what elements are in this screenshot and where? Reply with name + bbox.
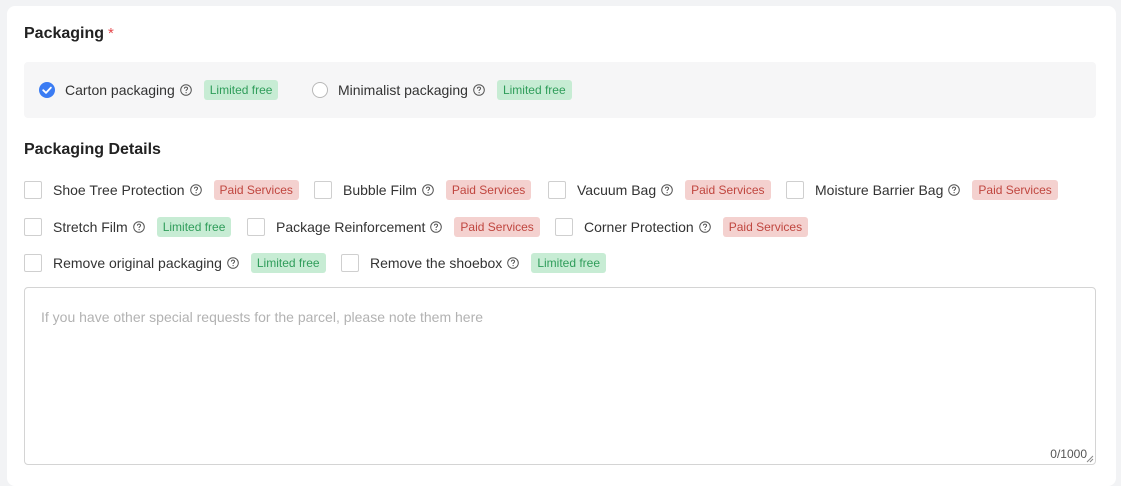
help-icon[interactable] bbox=[189, 184, 202, 196]
textarea-placeholder: If you have other special requests for t… bbox=[41, 309, 484, 325]
help-icon[interactable] bbox=[422, 184, 434, 196]
help-icon[interactable] bbox=[227, 257, 239, 269]
help-icon[interactable] bbox=[698, 221, 711, 233]
checkbox-box[interactable] bbox=[555, 218, 573, 236]
checkbox-remove-the-shoebox[interactable]: Remove the shoebox Limited free bbox=[341, 253, 607, 273]
paid-services-tag: Paid Services bbox=[972, 180, 1058, 200]
remove-original-packaging-label: Remove original packaging bbox=[53, 255, 222, 271]
checkbox-shoe-tree-protection[interactable]: Shoe Tree Protection Paid Services bbox=[24, 180, 299, 200]
special-requests-textarea[interactable]: If you have other special requests for t… bbox=[24, 287, 1096, 465]
check-circle-icon[interactable] bbox=[39, 82, 55, 98]
checkbox-box[interactable] bbox=[548, 181, 566, 199]
limited-free-tag: Limited free bbox=[250, 253, 326, 273]
checkbox-package-reinforcement[interactable]: Package Reinforcement Paid Services bbox=[247, 217, 540, 237]
checkbox-stretch-film[interactable]: Stretch Film Limited free bbox=[24, 217, 232, 237]
checkbox-remove-original-packaging[interactable]: Remove original packaging Limited free bbox=[24, 253, 326, 273]
packaging-title: Packaging * bbox=[24, 25, 114, 43]
checkbox-moisture-barrier-bag[interactable]: Moisture Barrier Bag Paid Services bbox=[786, 180, 1058, 200]
minimalist-packaging-label: Minimalist packaging bbox=[338, 82, 468, 98]
remove-the-shoebox-label: Remove the shoebox bbox=[370, 255, 503, 271]
help-icon[interactable] bbox=[661, 184, 673, 196]
resize-grip-icon[interactable] bbox=[1086, 455, 1094, 463]
shoe-tree-protection-label: Shoe Tree Protection bbox=[53, 182, 185, 198]
bubble-film-label: Bubble Film bbox=[343, 182, 417, 198]
paid-services-tag: Paid Services bbox=[213, 180, 299, 200]
checkbox-box[interactable] bbox=[24, 254, 42, 272]
moisture-barrier-bag-label: Moisture Barrier Bag bbox=[815, 182, 944, 198]
required-mark: * bbox=[108, 25, 114, 42]
limited-free-tag: Limited free bbox=[156, 217, 232, 237]
help-icon[interactable] bbox=[473, 84, 485, 96]
character-counter: 0/1000 bbox=[1050, 447, 1087, 461]
paid-services-tag: Paid Services bbox=[685, 180, 771, 200]
corner-protection-label: Corner Protection bbox=[584, 219, 694, 235]
radio-carton-packaging[interactable]: Carton packaging Limited free bbox=[39, 80, 279, 100]
checkbox-box[interactable] bbox=[24, 218, 42, 236]
radio-circle-icon[interactable] bbox=[312, 82, 328, 98]
checkbox-bubble-film[interactable]: Bubble Film Paid Services bbox=[314, 180, 532, 200]
help-icon[interactable] bbox=[507, 257, 520, 269]
checkbox-vacuum-bag[interactable]: Vacuum Bag Paid Services bbox=[548, 180, 771, 200]
checkbox-corner-protection[interactable]: Corner Protection Paid Services bbox=[555, 217, 809, 237]
help-icon[interactable] bbox=[430, 221, 443, 233]
packaging-details-title: Packaging Details bbox=[24, 141, 161, 158]
paid-services-tag: Paid Services bbox=[454, 217, 540, 237]
vacuum-bag-label: Vacuum Bag bbox=[577, 182, 657, 198]
help-icon[interactable] bbox=[948, 184, 961, 196]
limited-free-tag: Limited free bbox=[203, 80, 279, 100]
limited-free-tag: Limited free bbox=[531, 253, 607, 273]
checkbox-box[interactable] bbox=[341, 254, 359, 272]
carton-packaging-label: Carton packaging bbox=[65, 82, 175, 98]
stretch-film-label: Stretch Film bbox=[53, 219, 128, 235]
help-icon[interactable] bbox=[132, 221, 145, 233]
checkbox-box[interactable] bbox=[786, 181, 804, 199]
checkbox-box[interactable] bbox=[314, 181, 332, 199]
paid-services-tag: Paid Services bbox=[722, 217, 809, 237]
radio-minimalist-packaging[interactable]: Minimalist packaging Limited free bbox=[312, 80, 572, 100]
checkbox-box[interactable] bbox=[247, 218, 265, 236]
help-icon[interactable] bbox=[179, 84, 192, 96]
checkbox-box[interactable] bbox=[24, 181, 42, 199]
package-reinforcement-label: Package Reinforcement bbox=[276, 219, 426, 235]
packaging-title-text: Packaging bbox=[24, 25, 105, 42]
limited-free-tag: Limited free bbox=[496, 80, 572, 100]
paid-services-tag: Paid Services bbox=[445, 180, 532, 200]
